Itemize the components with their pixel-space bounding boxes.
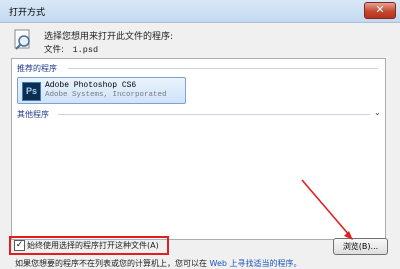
file-info: 文件: 1.psd [44, 43, 98, 55]
program-name: Adobe Photoshop CS6 [45, 81, 137, 90]
file-label: 文件: [44, 45, 64, 55]
section-divider [58, 114, 370, 115]
chevron-down-icon[interactable]: ⌄ [374, 108, 381, 117]
close-button[interactable]: ✕ [364, 2, 396, 19]
other-programs-heading[interactable]: 其他程序 [17, 109, 49, 120]
recommended-heading: 推荐的程序 [17, 64, 57, 73]
always-use-label[interactable]: 始终使用选择的程序打开这种文件(A) [27, 240, 159, 251]
program-vendor: Adobe Systems, Incorporated [45, 91, 167, 99]
program-list[interactable]: 推荐的程序 Ps Adobe Photoshop CS6 Adobe Syste… [11, 58, 386, 240]
footer-text-before: 如果您想要的程序不在列表或您的计算机上，您可以在 [15, 259, 207, 268]
title-bar: 打开方式 ✕ [0, 0, 400, 23]
prompt-text: 选择您想用来打开此文件的程序: [44, 32, 174, 42]
section-divider [68, 68, 378, 69]
always-use-checkbox[interactable]: ✓ [14, 240, 25, 251]
footer-text: 如果您想要的程序不在列表或您的计算机上，您可以在 Web 上寻找适当的程序。 [15, 258, 302, 269]
window-title: 打开方式 [9, 8, 46, 18]
web-search-link[interactable]: Web 上寻找适当的程序。 [210, 259, 302, 268]
file-name: 1.psd [72, 45, 99, 55]
always-use-highlight: ✓ 始终使用选择的程序打开这种文件(A) [9, 236, 169, 255]
file-search-icon [14, 29, 30, 50]
photoshop-icon: Ps [22, 82, 41, 101]
program-item-photoshop[interactable]: Ps Adobe Photoshop CS6 Adobe Systems, In… [17, 77, 186, 104]
browse-button[interactable]: 浏览(B)... [333, 238, 388, 255]
